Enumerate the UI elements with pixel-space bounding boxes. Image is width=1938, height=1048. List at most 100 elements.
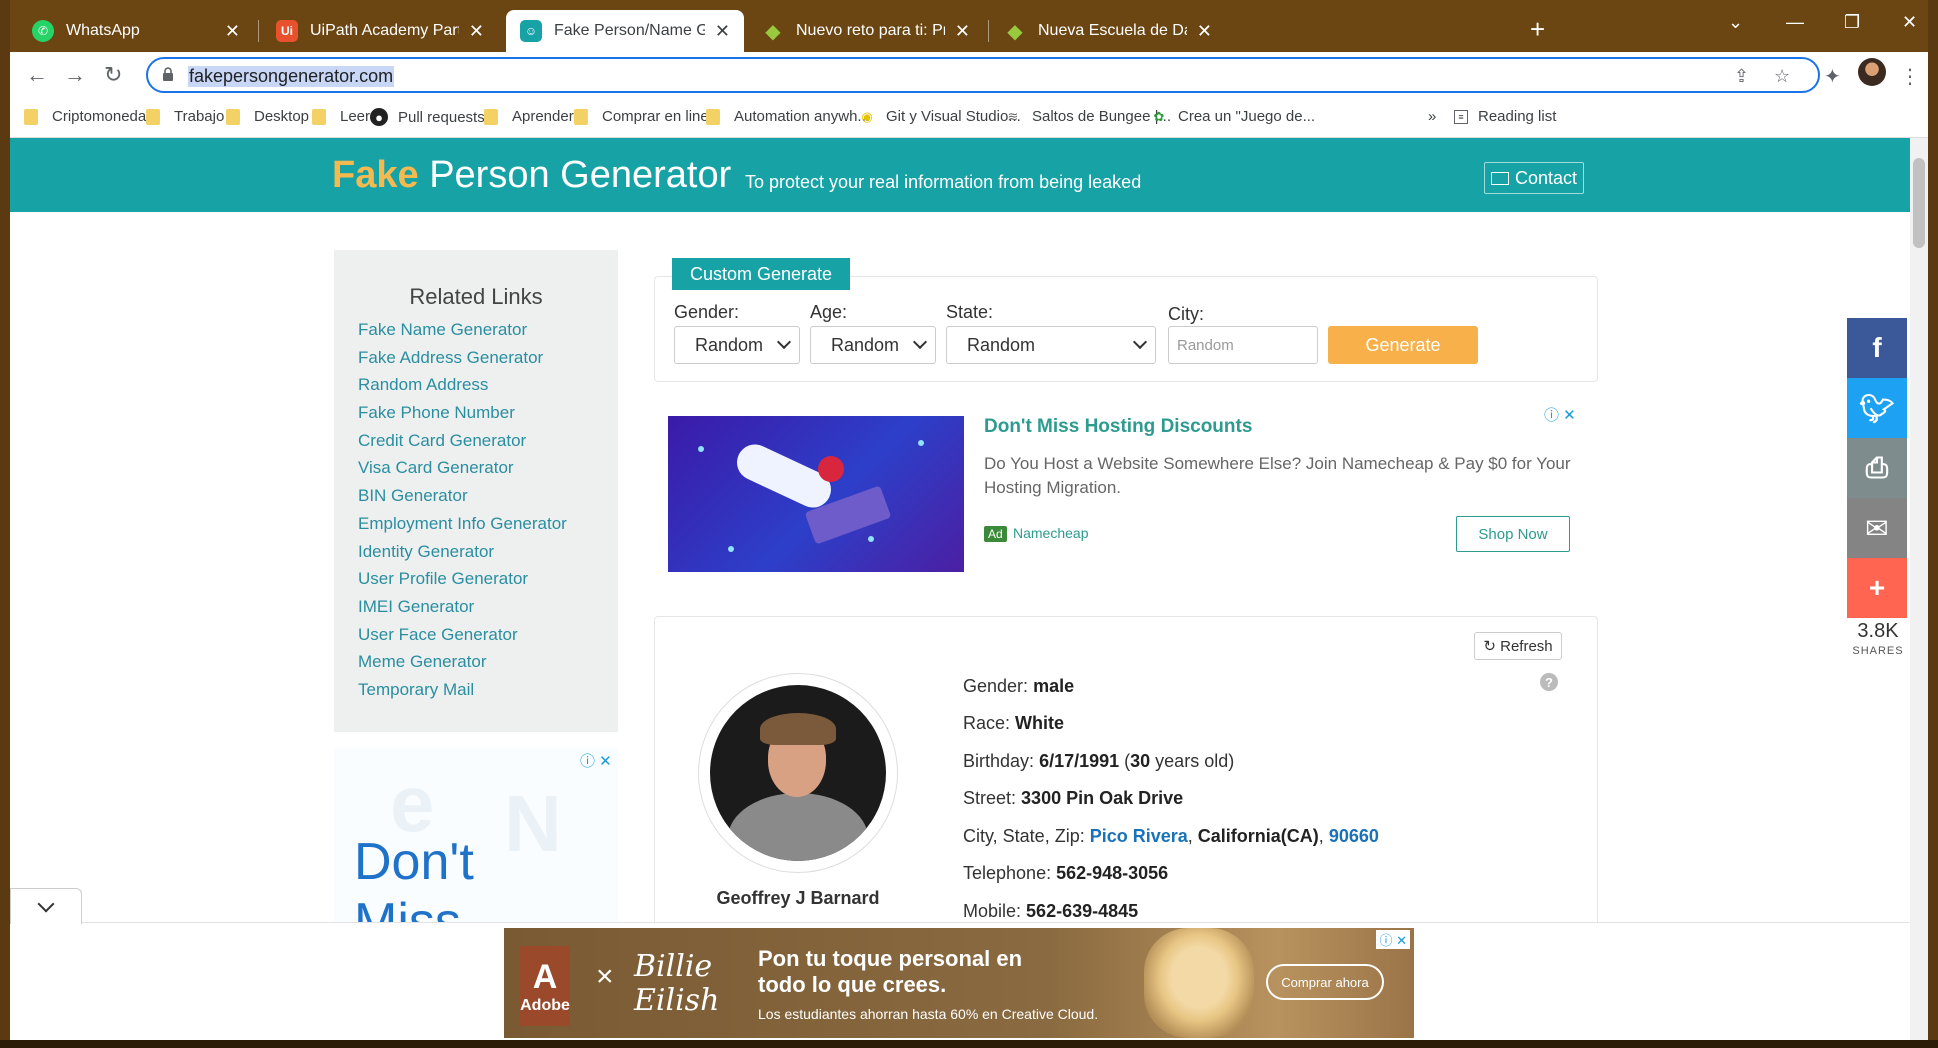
buy-now-button[interactable]: Comprar ahora [1266,964,1384,1000]
person-name: Geoffrey J Barnard [716,888,880,908]
contact-button[interactable]: Contact [1484,162,1584,194]
tab-strip: ✆ WhatsApp ✕ Ui UiPath Academy Partners … [10,0,1928,52]
platzi-icon: ◆ [765,20,781,43]
shop-now-button[interactable]: Shop Now [1456,516,1570,552]
gender-select[interactable]: Random [674,326,800,364]
ad-source[interactable]: Namecheap [1013,525,1089,541]
bookmark-item[interactable]: ✿ Crea un "Juego de... [1150,108,1316,125]
forward-icon[interactable]: → [64,62,86,88]
info-gender: Gender: male [963,676,1075,696]
plus-icon: + [1868,572,1886,603]
print-share-button[interactable]: ⎙ [1847,438,1907,498]
address-bar[interactable]: fakepersongenerator.com ⇪ ☆ [146,57,1820,93]
new-tab-icon[interactable]: + [1530,14,1545,45]
related-link[interactable]: Fake Phone Number [358,403,567,431]
city-input[interactable]: Random [1168,326,1318,364]
related-link[interactable]: User Face Generator [358,625,567,653]
minimize-icon[interactable]: — [1786,12,1804,33]
menu-icon[interactable]: ⋮ [1900,64,1920,89]
bookmark-item[interactable]: Leer [312,108,370,125]
banner-photo [1144,928,1254,1038]
bookmark-item[interactable]: Automation anywh... [706,108,870,125]
tab-search-icon[interactable]: ⌄ [1728,12,1743,33]
related-link[interactable]: Employment Info Generator [358,514,567,542]
ad-headline: Don't [354,833,474,891]
bookmark-star-icon[interactable]: ☆ [1774,66,1790,87]
related-link[interactable]: Random Address [358,375,567,403]
page-scrollbar[interactable] [1910,138,1928,1041]
bookmarks-overflow[interactable]: » [1428,108,1436,125]
folder-icon [484,108,498,125]
email-icon: ✉ [1865,512,1889,544]
related-link[interactable]: BIN Generator [358,486,567,514]
bookmark-item[interactable]: ● Pull requests [370,108,485,126]
related-link[interactable]: Visa Card Generator [358,458,567,486]
close-tab-icon[interactable]: ✕ [469,21,484,42]
browser-chrome: ✆ WhatsApp ✕ Ui UiPath Academy Partners … [10,0,1928,138]
city-link[interactable]: Pico Rivera [1090,826,1188,846]
related-link[interactable]: IMEI Generator [358,597,567,625]
related-link[interactable]: User Profile Generator [358,569,567,597]
adobe-banner-ad[interactable]: A Adobe × Billie Eilish Pon tu toque perso… [504,928,1414,1038]
related-link[interactable]: Meme Generator [358,652,567,680]
bookmark-item[interactable]: Trabajo [146,108,224,125]
tab-fake-person[interactable]: ☺ Fake Person/Name Generator | U ✕ [506,10,744,52]
close-tab-icon[interactable]: ✕ [1197,21,1212,42]
related-link[interactable]: Credit Card Generator [358,431,567,459]
github-icon: ● [370,108,388,126]
more-share-button[interactable]: + [1847,558,1907,618]
reload-icon[interactable]: ↻ [104,62,122,88]
ad-image[interactable] [668,416,964,572]
refresh-button[interactable]: ↻ Refresh [1474,632,1562,660]
email-share-button[interactable]: ✉ [1847,498,1907,558]
age-select[interactable]: Random [810,326,936,364]
profile-avatar[interactable] [1858,58,1886,86]
facebook-share-button[interactable]: f [1847,318,1907,378]
info-telephone: Telephone: 562-948-3056 [963,863,1169,883]
ad-title[interactable]: Don't Miss Hosting Discounts [984,416,1252,438]
zip-link[interactable]: 90660 [1329,826,1379,846]
folder-icon [312,108,326,125]
ad-info-icon[interactable]: ⓘ ✕ [1544,404,1576,425]
site-logo[interactable]: Fake Person Generator [332,154,731,197]
bookmark-item[interactable]: ≋ Saltos de Bungee |... [1004,108,1171,125]
bookmark-item[interactable]: Aprender [484,108,574,125]
tab-uipath[interactable]: Ui UiPath Academy Partners ✕ [262,10,498,52]
generate-button[interactable]: Generate [1328,326,1478,364]
back-icon[interactable]: ← [26,62,48,88]
bookmark-item[interactable]: Desktop [226,108,309,125]
collapse-ad-button[interactable] [10,888,82,924]
ad-info-icon[interactable]: ⓘ ✕ [580,750,612,771]
tab-whatsapp[interactable]: ✆ WhatsApp ✕ [18,10,254,52]
twitter-share-button[interactable]: 🐦︎ [1847,378,1907,438]
site-tagline: To protect your real information from be… [745,172,1142,192]
tab-platzi-reto[interactable]: ◆ Nuevo reto para ti: Propósitos de ✕ [748,10,984,52]
share-page-icon[interactable]: ⇪ [1734,66,1749,87]
state-select[interactable]: Random [946,326,1156,364]
close-tab-icon[interactable]: ✕ [225,21,240,42]
reading-list[interactable]: ≡ Reading list [1454,108,1556,125]
custom-generate-label: Custom Generate [672,258,850,290]
tab-platzi-data[interactable]: ◆ Nueva Escuela de Data Science e ✕ [990,10,1226,52]
related-link[interactable]: Temporary Mail [358,680,567,708]
close-tab-icon[interactable]: ✕ [715,21,730,42]
info-birthday: Birthday: 6/17/1991 (30 years old) [963,751,1235,771]
close-tab-icon[interactable]: ✕ [955,21,970,42]
help-icon[interactable]: ? [1540,673,1558,691]
bookmark-item[interactable]: ◉ Git y Visual Studio... [858,108,1020,125]
bookmark-item[interactable]: Criptomonedas [24,108,154,125]
related-link[interactable]: Fake Address Generator [358,348,567,376]
restore-icon[interactable]: ❐ [1844,12,1860,33]
close-window-icon[interactable]: ✕ [1902,12,1917,33]
related-link[interactable]: Fake Name Generator [358,320,567,348]
print-icon: ⎙ [1865,451,1889,483]
related-link[interactable]: Identity Generator [358,542,567,570]
city-label: City: [1168,304,1204,324]
ad-info-icon[interactable]: ⓘ ✕ [1376,930,1410,949]
lock-icon [163,67,173,81]
ad-badge: Ad [984,526,1007,542]
scrollbar-thumb[interactable] [1913,158,1925,248]
bookmark-item[interactable]: Comprar en linea [574,108,717,125]
extensions-icon[interactable]: ✦ [1824,64,1841,89]
url-text[interactable]: fakepersongenerator.com [188,66,395,87]
